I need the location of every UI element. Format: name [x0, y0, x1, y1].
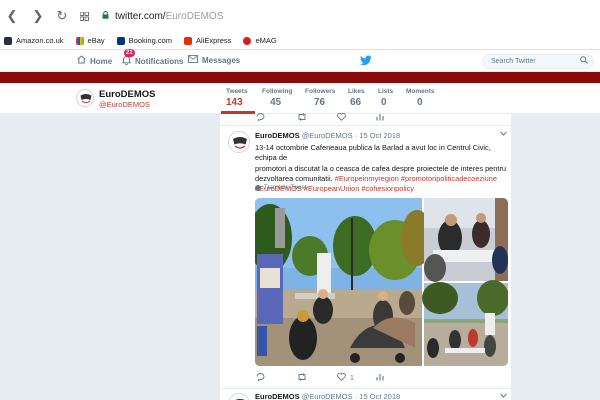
analytics-icon[interactable] [376, 113, 384, 121]
bookmark-label: eMAG [255, 36, 277, 45]
like-icon [337, 372, 346, 383]
amazon-icon [4, 36, 12, 45]
bookmark-label: Booking.com [128, 36, 172, 45]
nav-messages-label: Messages [202, 56, 241, 65]
tweet-photo-grid[interactable] [255, 198, 508, 366]
retweet-icon[interactable] [297, 373, 307, 381]
bookmark-label: eBay [87, 36, 105, 45]
profile-name[interactable]: EuroDEMOS [99, 89, 155, 100]
tweet-avatar[interactable] [228, 131, 250, 153]
bookmark-label: AliExpress [196, 36, 232, 45]
stat-value: 66 [350, 97, 362, 108]
like-count: 1 [350, 374, 354, 382]
hashtag-links[interactable]: #Europeinmyregion #promotoripoliticadeco… [335, 174, 497, 183]
tweet-author-name[interactable]: EuroDEMOS [255, 131, 300, 140]
like-button[interactable]: 1 [337, 372, 354, 383]
browser-address-bar: ❮ ❯ ↻ twitter.com/EuroDEMOS [0, 0, 600, 32]
bookmark-ebay[interactable]: eBay [75, 36, 105, 45]
apps-grid-icon[interactable] [76, 8, 92, 24]
reply-icon[interactable] [256, 373, 265, 381]
bell-icon: 21 [121, 49, 135, 68]
stat-following[interactable]: Following 45 [262, 88, 292, 108]
lock-icon [102, 11, 109, 21]
tweet-menu-chevron-down-icon[interactable] [500, 131, 507, 138]
next-tweet-header: EuroDEMOS @EuroDEMOS · 15 Oct 2018 [255, 392, 400, 400]
tweet-actions: 1 [220, 372, 511, 385]
stat-likes[interactable]: Likes 66 [348, 88, 365, 108]
stat-lists[interactable]: Lists 0 [378, 88, 393, 108]
back-icon[interactable]: ❮ [4, 8, 20, 24]
stat-value: 45 [270, 97, 282, 108]
profile-nav: EuroDEMOS @EuroDEMOS Tweets 143 Followin… [0, 83, 600, 114]
timeline: EuroDEMOS @EuroDEMOS · 15 Oct 2018 13-14… [219, 113, 512, 400]
envelope-icon [188, 55, 198, 66]
tweet-divider [220, 125, 511, 126]
stat-label: Lists [378, 88, 394, 95]
retweet-icon[interactable] [297, 113, 307, 121]
bookmark-amazon[interactable]: Amazon.co.uk [4, 36, 64, 45]
search-placeholder: Search Twitter [491, 58, 536, 65]
booking-icon [116, 36, 125, 45]
profile-avatar[interactable] [76, 89, 94, 107]
translate-tweet-link[interactable]: Translate Tweet [255, 185, 306, 191]
like-icon[interactable] [337, 113, 346, 121]
forward-icon[interactable]: ❯ [30, 8, 46, 24]
tweet-photo-bottom-right[interactable] [422, 280, 508, 366]
stat-value: 143 [226, 97, 243, 108]
nav-notifications-label: Notifications [135, 57, 184, 66]
tweet-text-line: dezvoltarea comunitatii. #Europeinmyregi… [255, 174, 507, 184]
reload-icon[interactable]: ↻ [54, 8, 70, 24]
url-field[interactable]: twitter.com/EuroDEMOS [102, 11, 223, 22]
twitter-top-nav: Home 21 Notifications Messages Search Tw… [0, 49, 600, 72]
tweet-photo-top-right[interactable] [424, 198, 508, 282]
bookmark-label: Amazon.co.uk [16, 36, 64, 45]
home-icon [77, 55, 86, 67]
translate-label: Translate Tweet [264, 185, 307, 191]
next-tweet-menu-chevron-down-icon[interactable] [500, 393, 507, 400]
stat-tweets[interactable]: Tweets 143 [226, 88, 248, 108]
globe-icon [255, 185, 261, 191]
stat-label: Following [262, 88, 293, 95]
tweet-text-plain: dezvoltarea comunitatii. [255, 173, 333, 183]
stat-value: 0 [381, 97, 387, 108]
reply-icon[interactable] [256, 113, 265, 121]
bookmark-booking[interactable]: Booking.com [116, 36, 172, 45]
tweet-header: EuroDEMOS @EuroDEMOS · 15 Oct 2018 [255, 131, 400, 140]
nav-home[interactable]: Home [77, 55, 112, 67]
tweet-photo-main[interactable] [255, 198, 433, 366]
stat-label: Followers [305, 88, 336, 95]
stat-label: Moments [406, 88, 435, 95]
next-tweet-avatar[interactable] [228, 393, 250, 400]
tweet-text-line: promotori a discutat la o ceasca de cafe… [255, 163, 507, 173]
tweet-text-line: 13-14 octombrie Cafeneaua publica la Bar… [255, 143, 491, 163]
nav-notifications[interactable]: 21 Notifications [121, 49, 184, 68]
nav-home-label: Home [90, 56, 113, 66]
search-input[interactable]: Search Twitter [482, 54, 594, 69]
emag-icon [243, 36, 252, 45]
url-host: twitter.com/ [115, 10, 166, 22]
nav-messages[interactable]: Messages [188, 55, 240, 66]
aliexpress-icon [184, 36, 192, 45]
url-path: EuroDEMOS [165, 10, 224, 22]
ebay-icon [75, 36, 84, 45]
analytics-icon[interactable] [376, 373, 384, 381]
profile-handle[interactable]: @EuroDEMOS [99, 100, 150, 109]
bookmark-emag[interactable]: eMAG [243, 36, 277, 45]
tweet-divider [220, 388, 511, 389]
stat-label: Likes [348, 88, 365, 95]
stat-value: 76 [314, 97, 326, 108]
next-tweet-meta[interactable]: @EuroDEMOS · 15 Oct 2018 [302, 392, 401, 400]
search-icon[interactable] [580, 56, 588, 66]
notifications-badge: 21 [124, 49, 135, 57]
stat-moments[interactable]: Moments 0 [406, 88, 435, 108]
twitter-bird-icon[interactable] [360, 55, 372, 66]
tweet-meta[interactable]: @EuroDEMOS · 15 Oct 2018 [302, 131, 401, 140]
stat-value: 0 [417, 97, 423, 108]
stat-followers[interactable]: Followers 76 [305, 88, 335, 108]
next-tweet-author-name[interactable]: EuroDEMOS [255, 392, 300, 400]
profile-banner [0, 72, 600, 83]
stat-label: Tweets [226, 88, 248, 95]
bookmark-aliexpress[interactable]: AliExpress [184, 36, 231, 45]
bookmarks-bar: Amazon.co.uk eBay Booking.com AliExpress… [0, 32, 600, 50]
